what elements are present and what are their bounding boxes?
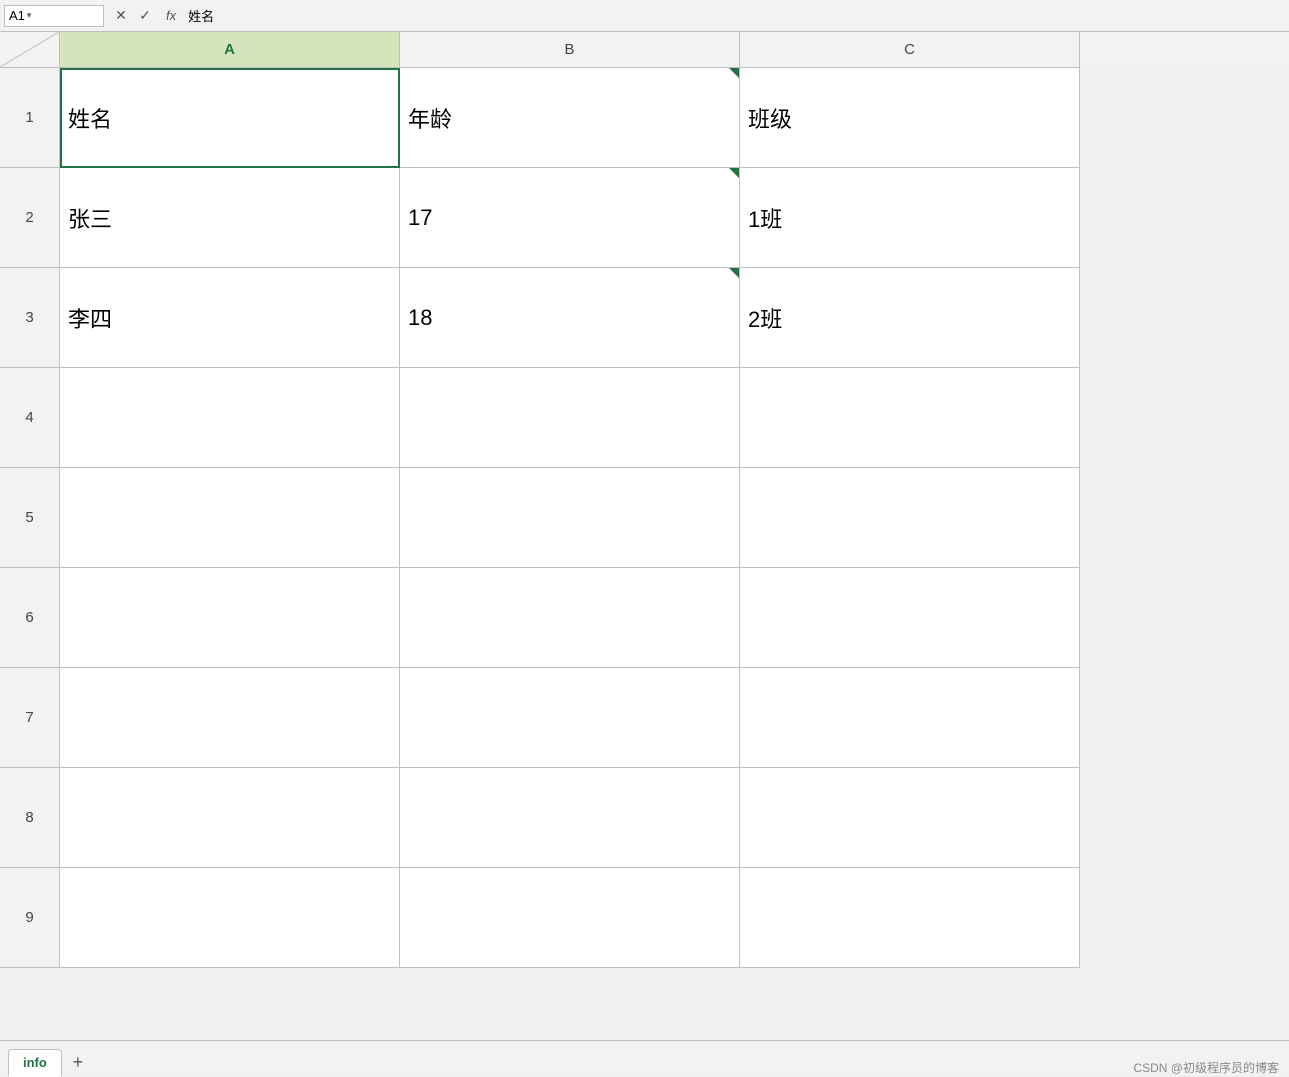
col-header-A[interactable]: A: [60, 32, 400, 68]
cell-B2[interactable]: 17: [400, 168, 740, 268]
row-9: 9: [0, 868, 1289, 968]
cell-C9[interactable]: [740, 868, 1080, 968]
comment-indicator-B2: [729, 168, 739, 178]
row-number-1[interactable]: 1: [0, 68, 60, 168]
cell-B9[interactable]: [400, 868, 740, 968]
fx-icon: fx: [166, 8, 176, 23]
row-number-3[interactable]: 3: [0, 268, 60, 368]
row-number-6[interactable]: 6: [0, 568, 60, 668]
row-6: 6: [0, 568, 1289, 668]
cell-C4[interactable]: [740, 368, 1080, 468]
col-header-C[interactable]: C: [740, 32, 1080, 68]
dropdown-icon[interactable]: ▾: [27, 10, 32, 21]
tabs-container: info: [8, 1049, 62, 1076]
cell-A4[interactable]: [60, 368, 400, 468]
cell-A5[interactable]: [60, 468, 400, 568]
tab-bar-right: CSDN @初级程序员的博客: [1133, 1059, 1289, 1076]
spreadsheet: ABC 1姓名年龄班级2张三171班3李四182班456789: [0, 32, 1289, 1040]
cell-C1[interactable]: 班级: [740, 68, 1080, 168]
add-sheet-button[interactable]: +: [66, 1050, 90, 1074]
row-2: 2张三171班: [0, 168, 1289, 268]
comment-indicator-B1: [729, 68, 739, 78]
row-number-2[interactable]: 2: [0, 168, 60, 268]
formula-input[interactable]: 姓名: [184, 6, 1285, 25]
cell-A1[interactable]: 姓名: [60, 68, 400, 168]
cell-A6[interactable]: [60, 568, 400, 668]
corner-header: [0, 32, 60, 68]
cell-B7[interactable]: [400, 668, 740, 768]
watermark: CSDN @初级程序员的博客: [1133, 1059, 1279, 1076]
col-headers-container: ABC: [60, 32, 1080, 68]
row-number-7[interactable]: 7: [0, 668, 60, 768]
comment-indicator-B3: [729, 268, 739, 278]
cell-B8[interactable]: [400, 768, 740, 868]
row-1: 1姓名年龄班级: [0, 68, 1289, 168]
row-7: 7: [0, 668, 1289, 768]
cell-B1[interactable]: 年龄: [400, 68, 740, 168]
cancel-icon[interactable]: ✕: [112, 7, 130, 24]
cell-B4[interactable]: [400, 368, 740, 468]
row-4: 4: [0, 368, 1289, 468]
column-headers: ABC: [0, 32, 1289, 68]
tab-bar: info + CSDN @初级程序员的博客: [0, 1040, 1289, 1076]
cell-reference-box[interactable]: A1 ▾: [4, 5, 104, 27]
cell-C7[interactable]: [740, 668, 1080, 768]
cell-C3[interactable]: 2班: [740, 268, 1080, 368]
row-number-9[interactable]: 9: [0, 868, 60, 968]
cell-C5[interactable]: [740, 468, 1080, 568]
cell-C6[interactable]: [740, 568, 1080, 668]
cell-B5[interactable]: [400, 468, 740, 568]
row-number-5[interactable]: 5: [0, 468, 60, 568]
cell-reference-text: A1: [9, 8, 25, 23]
cell-A3[interactable]: 李四: [60, 268, 400, 368]
row-number-8[interactable]: 8: [0, 768, 60, 868]
cell-B3[interactable]: 18: [400, 268, 740, 368]
formula-bar: A1 ▾ ✕ ✓ fx 姓名: [0, 0, 1289, 32]
row-number-4[interactable]: 4: [0, 368, 60, 468]
rows-container: 1姓名年龄班级2张三171班3李四182班456789: [0, 68, 1289, 968]
cell-A7[interactable]: [60, 668, 400, 768]
formula-icons: ✕ ✓: [112, 7, 154, 24]
confirm-icon[interactable]: ✓: [136, 7, 154, 24]
row-5: 5: [0, 468, 1289, 568]
cell-A8[interactable]: [60, 768, 400, 868]
cell-A2[interactable]: 张三: [60, 168, 400, 268]
row-8: 8: [0, 768, 1289, 868]
cell-B6[interactable]: [400, 568, 740, 668]
sheet-tab-info[interactable]: info: [8, 1049, 62, 1077]
rows-area: 1姓名年龄班级2张三171班3李四182班456789: [0, 68, 1289, 1040]
cell-C2[interactable]: 1班: [740, 168, 1080, 268]
cell-C8[interactable]: [740, 768, 1080, 868]
cell-A9[interactable]: [60, 868, 400, 968]
row-3: 3李四182班: [0, 268, 1289, 368]
col-header-B[interactable]: B: [400, 32, 740, 68]
